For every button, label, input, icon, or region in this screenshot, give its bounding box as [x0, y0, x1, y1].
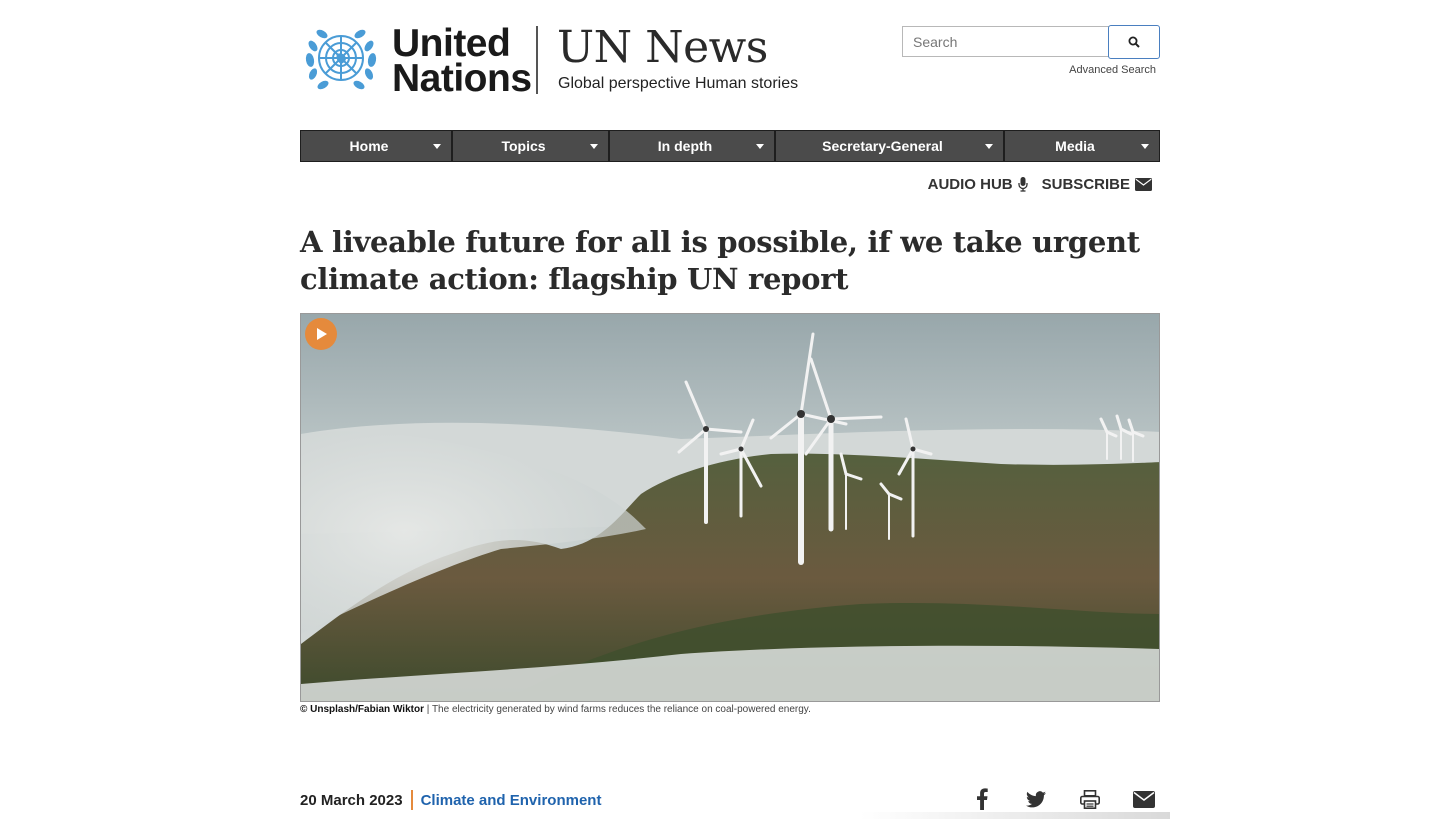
un-emblem-icon[interactable] — [300, 24, 382, 96]
twitter-icon — [1026, 790, 1046, 807]
nav-item-media[interactable]: Media — [1005, 131, 1159, 161]
audio-hub-link[interactable]: AUDIO HUB — [928, 176, 1028, 193]
envelope-icon — [1135, 178, 1152, 191]
nav-item-topics[interactable]: Topics — [453, 131, 608, 161]
meta-separator — [410, 790, 413, 810]
article-meta: 20 March 2023 Climate and Environment — [300, 790, 601, 810]
search-button[interactable] — [1108, 25, 1160, 59]
caret-down-icon — [985, 144, 993, 149]
nav-item-label: In depth — [657, 138, 713, 154]
print-button[interactable] — [1078, 787, 1102, 811]
caret-down-icon — [756, 144, 764, 149]
share-tools — [970, 787, 1156, 811]
org-name-line1: United — [392, 22, 511, 65]
email-icon — [1133, 790, 1155, 808]
page: United Nations UN News Global perspectiv… — [300, 0, 1170, 819]
facebook-icon — [977, 788, 988, 810]
subscribe-link[interactable]: SUBSCRIBE — [1042, 176, 1152, 193]
audio-hub-label: AUDIO HUB — [927, 176, 1013, 193]
nav-item-label: Topics — [501, 138, 546, 154]
play-icon — [317, 328, 327, 340]
hero-image[interactable] — [300, 313, 1160, 702]
caret-down-icon — [433, 144, 441, 149]
image-credit: © Unsplash/Fabian Wiktor — [300, 704, 424, 715]
microphone-icon — [1017, 177, 1028, 192]
caret-down-icon — [1141, 144, 1149, 149]
utility-links: AUDIO HUB SUBSCRIBE — [928, 176, 1152, 193]
site-tagline: Global perspective Human stories — [558, 75, 799, 92]
image-caption-text: | The electricity generated by wind farm… — [423, 704, 811, 715]
facebook-share-button[interactable] — [970, 787, 994, 811]
org-name-line2: Nations — [392, 57, 532, 100]
play-button[interactable] — [305, 318, 337, 350]
email-share-button[interactable] — [1132, 787, 1156, 811]
advanced-search-link[interactable]: Advanced Search — [1069, 64, 1156, 76]
search-input[interactable] — [902, 26, 1109, 57]
nav-item-in-depth[interactable]: In depth — [610, 131, 774, 161]
header-divider — [536, 26, 538, 94]
image-caption: © Unsplash/Fabian Wiktor | The electrici… — [300, 704, 811, 715]
nav-item-label: Secretary-General — [822, 138, 943, 154]
search-icon — [1128, 36, 1140, 48]
topic-link[interactable]: Climate and Environment — [421, 792, 602, 809]
article-date: 20 March 2023 — [300, 791, 403, 809]
nav-item-label: Home — [349, 138, 389, 154]
main-navigation: Home Topics In depth Secretary-General M… — [300, 130, 1160, 162]
share-bar-background — [860, 812, 1170, 819]
nav-item-label: Media — [1055, 138, 1095, 154]
org-name[interactable]: United Nations — [392, 22, 532, 100]
twitter-share-button[interactable] — [1024, 787, 1048, 811]
article-headline: A liveable future for all is possible, i… — [300, 225, 1140, 296]
nav-item-home[interactable]: Home — [301, 131, 451, 161]
site-title[interactable]: UN News — [557, 22, 768, 73]
nav-item-secretary-general[interactable]: Secretary-General — [776, 131, 1003, 161]
caret-down-icon — [590, 144, 598, 149]
print-icon — [1080, 789, 1100, 809]
subscribe-label: SUBSCRIBE — [1041, 176, 1130, 193]
